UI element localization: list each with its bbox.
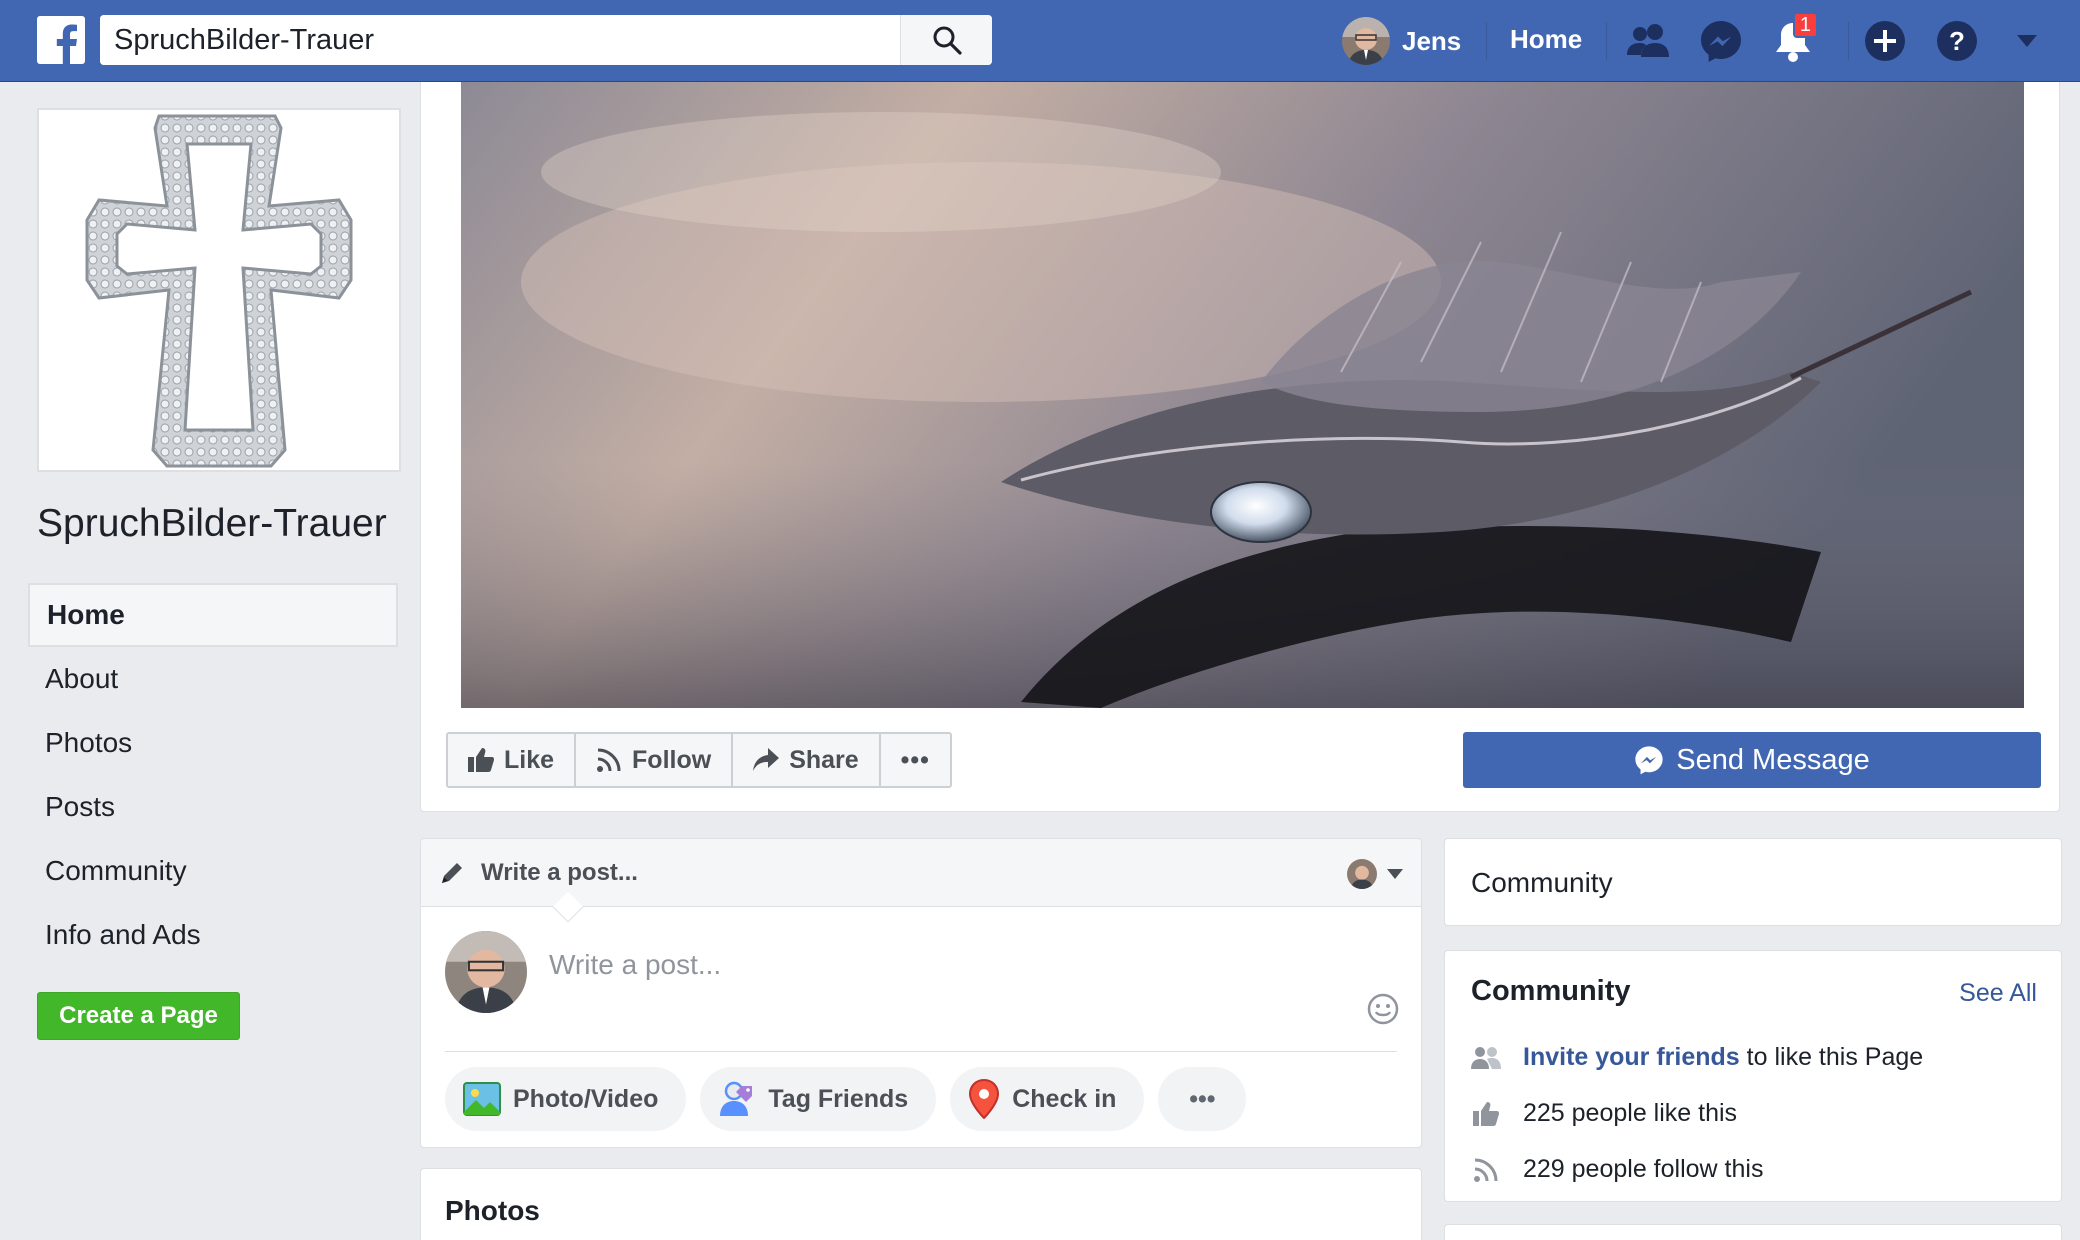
- photo-video-button[interactable]: Photo/Video: [445, 1067, 687, 1131]
- search-bar: [100, 15, 992, 65]
- sidebar-item-posts[interactable]: Posts: [28, 775, 398, 839]
- sidebar-item-info-and-ads[interactable]: Info and Ads: [28, 903, 398, 967]
- help-icon[interactable]: ?: [1934, 18, 1980, 64]
- photos-section-title[interactable]: Photos: [445, 1195, 540, 1227]
- photo-icon: [463, 1082, 501, 1116]
- sidebar-item-home[interactable]: Home: [28, 583, 398, 647]
- community-card-title: Community: [1471, 975, 1631, 1007]
- nav-divider: [1848, 22, 1849, 60]
- composer-body: Write a post...: [445, 931, 1399, 1027]
- tag-friends-button[interactable]: Tag Friends: [700, 1067, 937, 1131]
- post-input[interactable]: Write a post...: [549, 949, 721, 981]
- page-header-card: Like Follow Share ••• Send Message: [420, 82, 2060, 812]
- location-pin-icon: [969, 1079, 1000, 1119]
- home-link[interactable]: Home: [1510, 24, 1582, 55]
- tag-friends-icon: [720, 1081, 753, 1116]
- check-in-button[interactable]: Check in: [950, 1067, 1145, 1131]
- nav-divider: [1606, 22, 1607, 60]
- follow-button[interactable]: Follow: [576, 734, 734, 786]
- more-options-button[interactable]: •••: [1158, 1067, 1247, 1131]
- create-page-button[interactable]: Create a Page: [37, 992, 240, 1040]
- emoji-icon[interactable]: [1367, 993, 1399, 1025]
- page-title: SpruchBilder-Trauer: [37, 502, 387, 545]
- composer-header[interactable]: Write a post...: [421, 839, 1421, 923]
- community-tab-title[interactable]: Community: [1471, 867, 1613, 899]
- thumbs-up-icon: [468, 748, 494, 772]
- avatar: [1342, 17, 1390, 65]
- composer-divider: [445, 1051, 1397, 1052]
- create-icon[interactable]: [1862, 18, 1908, 64]
- search-button[interactable]: [900, 15, 992, 65]
- sidebar-item-about[interactable]: About: [28, 647, 398, 711]
- community-card: Community See All Invite your friends to…: [1444, 950, 2062, 1202]
- invite-friends-link[interactable]: Invite your friends: [1523, 1043, 1740, 1071]
- follows-count-text: 229 people follow this: [1523, 1155, 1764, 1183]
- facebook-logo-icon[interactable]: [37, 16, 85, 64]
- invite-friends-text: to like this Page: [1746, 1043, 1924, 1071]
- invite-friends-row: Invite your friends to like this Page: [1469, 1043, 1923, 1072]
- sidebar-item-photos[interactable]: Photos: [28, 711, 398, 775]
- account-menu-icon[interactable]: [2004, 18, 2050, 64]
- user-name: Jens: [1402, 25, 1462, 56]
- more-icon: •••: [1189, 1084, 1216, 1113]
- top-navigation-bar: Jens Home 1 ?: [0, 0, 2080, 82]
- cover-photo[interactable]: [461, 82, 2024, 708]
- messenger-icon[interactable]: [1698, 18, 1744, 64]
- sidebar-item-community[interactable]: Community: [28, 839, 398, 903]
- search-input[interactable]: [100, 15, 900, 65]
- composer-options: Photo/Video Tag Friends Check in •••: [445, 1067, 1247, 1131]
- notifications-icon[interactable]: 1: [1770, 12, 1818, 64]
- invite-people-icon: [1471, 1046, 1501, 1069]
- follows-count-row: 229 people follow this: [1469, 1155, 1763, 1184]
- follow-label: Follow: [632, 745, 712, 774]
- rss-follow-icon: [1474, 1158, 1498, 1182]
- photos-card: Photos: [420, 1168, 1422, 1240]
- profile-link[interactable]: Jens: [1342, 16, 1461, 66]
- search-icon: [933, 26, 962, 55]
- share-arrow-icon: [753, 748, 780, 771]
- likes-count-row: 225 people like this: [1469, 1099, 1737, 1128]
- community-tab-card: Community: [1444, 838, 2062, 926]
- more-icon: •••: [900, 745, 930, 774]
- post-as-selector[interactable]: [1347, 859, 1403, 889]
- tag-friends-label: Tag Friends: [768, 1084, 909, 1113]
- friends-icon[interactable]: [1626, 18, 1672, 64]
- nav-divider: [1486, 22, 1487, 60]
- pencil-icon: [442, 862, 462, 883]
- check-in-label: Check in: [1012, 1084, 1117, 1113]
- more-actions-button[interactable]: •••: [881, 734, 950, 786]
- notification-badge: 1: [1792, 12, 1818, 38]
- avatar[interactable]: [445, 931, 527, 1013]
- thumbs-up-icon: [1473, 1101, 1499, 1126]
- svg-text:?: ?: [1949, 26, 1965, 56]
- send-message-label: Send Message: [1676, 743, 1870, 776]
- share-label: Share: [789, 745, 859, 774]
- right-column-next-card: [1444, 1224, 2062, 1240]
- post-composer: Write a post... Write a post... Photo/Vi…: [420, 838, 1422, 1148]
- see-all-link[interactable]: See All: [1959, 979, 2037, 1008]
- like-label: Like: [504, 745, 555, 774]
- share-button[interactable]: Share: [733, 734, 881, 786]
- like-button[interactable]: Like: [448, 734, 577, 786]
- likes-count-text: 225 people like this: [1523, 1099, 1738, 1127]
- page-action-buttons: Like Follow Share •••: [446, 732, 952, 788]
- composer-tab-pointer: [552, 891, 584, 923]
- rss-follow-icon: [597, 748, 621, 772]
- chevron-down-icon: [1387, 869, 1403, 879]
- page-sidebar-nav: Home About Photos Posts Community Info a…: [28, 583, 398, 967]
- avatar: [1347, 859, 1377, 889]
- messenger-icon: [1635, 746, 1663, 775]
- send-message-button[interactable]: Send Message: [1463, 732, 2041, 788]
- composer-header-label: Write a post...: [481, 858, 638, 886]
- page-profile-picture[interactable]: [37, 108, 401, 472]
- photo-video-label: Photo/Video: [513, 1084, 659, 1113]
